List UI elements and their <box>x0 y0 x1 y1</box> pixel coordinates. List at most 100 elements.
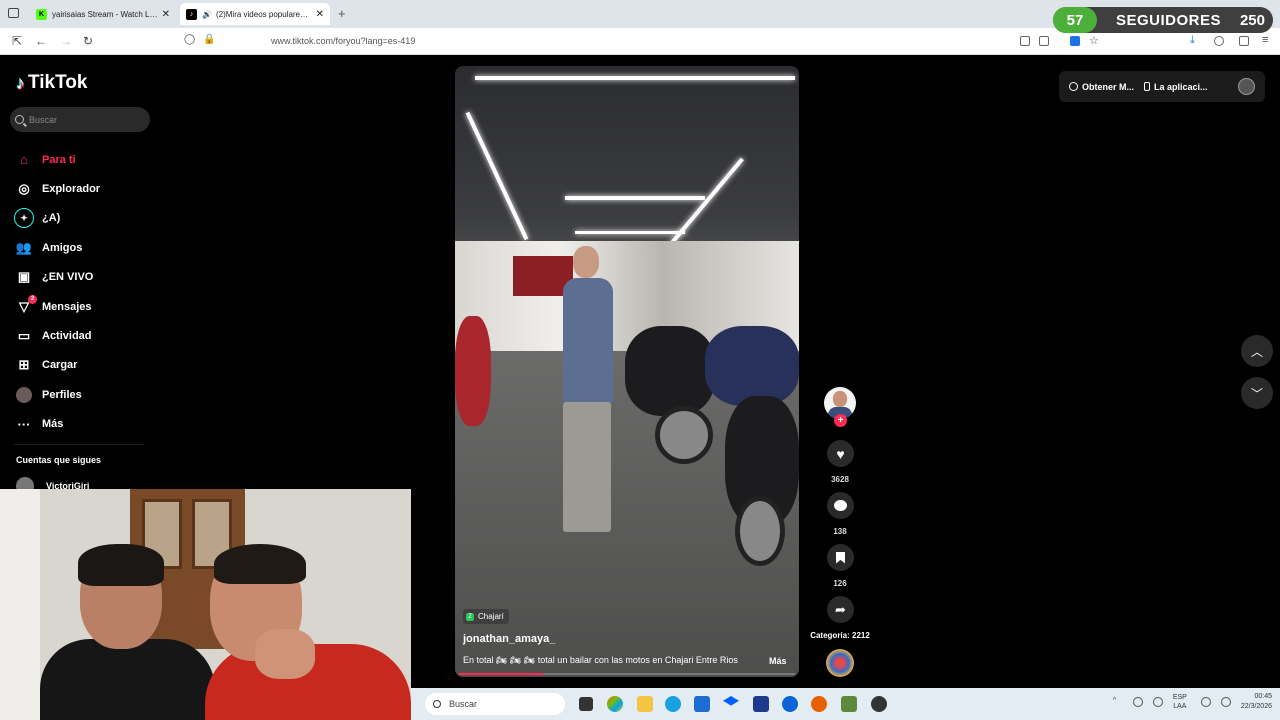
translate-icon[interactable] <box>1070 36 1080 46</box>
tiktok-logo[interactable]: ♪ TikTok <box>16 72 87 94</box>
new-tab-icon[interactable]: + <box>338 6 346 21</box>
get-app-label: La aplicaci... <box>1154 81 1208 92</box>
like-button[interactable]: ♥ <box>827 440 854 467</box>
compass-icon: ◎ <box>18 181 30 197</box>
followers-goal: 250 <box>1239 11 1265 29</box>
music-disc-icon[interactable] <box>826 649 854 677</box>
motorcycle <box>625 326 715 416</box>
minecraft-icon[interactable] <box>841 696 857 712</box>
search-input[interactable]: Buscar <box>10 107 150 132</box>
messages-icon: ▽ 2 <box>14 294 37 317</box>
copilot-icon[interactable] <box>607 696 623 712</box>
share-icon[interactable]: ⇱ <box>12 34 22 48</box>
ceiling-light <box>465 111 529 241</box>
caption-more-button[interactable]: Más <box>769 656 787 666</box>
previous-video-button[interactable]: ︿ <box>1241 335 1273 367</box>
speaker-icon[interactable]: 🔊 <box>202 10 212 19</box>
onedrive-icon[interactable] <box>1132 697 1143 707</box>
dropbox-icon[interactable] <box>723 696 739 706</box>
sidebar-item-actividad[interactable]: ▭ Actividad <box>14 321 100 350</box>
get-app-button[interactable]: La aplicaci... <box>1144 82 1208 92</box>
bold-app-icon[interactable] <box>753 696 769 712</box>
download-icon[interactable]: ⤓ <box>1190 34 1195 47</box>
save-button[interactable] <box>827 544 854 571</box>
sidebar-nav: ⌂ Para ti ◎ Explorador ✦ ¿A) 👥 Amigos ▣ … <box>14 145 100 439</box>
microphone-icon[interactable] <box>1152 697 1163 707</box>
follow-plus-button[interactable]: + <box>834 414 847 427</box>
search-icon <box>15 115 24 124</box>
video-progress-bar[interactable] <box>459 673 795 675</box>
back-icon[interactable]: ← <box>35 34 47 48</box>
volume-icon[interactable] <box>1220 697 1231 707</box>
close-tab-icon[interactable]: ✕ <box>316 9 324 20</box>
store-icon[interactable] <box>694 696 710 712</box>
file-explorer-icon[interactable] <box>637 696 653 712</box>
language-indicator[interactable]: ESP LAA <box>1173 693 1187 711</box>
kick-favicon-icon: K <box>36 8 47 20</box>
sidebar-item-perfiles[interactable]: Perfiles <box>14 380 100 409</box>
video-player[interactable]: Z Chajarí jonathan_amaya_ En total 🏍 🏍 🏍… <box>455 66 799 677</box>
comment-count: 138 <box>833 527 847 536</box>
logo-text: TikTok <box>28 72 88 93</box>
sidebar-item-amigos[interactable]: 👥 Amigos <box>14 233 100 262</box>
close-tab-icon[interactable]: ✕ <box>162 9 170 20</box>
sidebar-item-mas[interactable]: ··· Más <box>14 410 100 439</box>
profile-avatar[interactable] <box>1238 78 1255 95</box>
forward-icon[interactable]: → <box>60 34 72 48</box>
sidebar-item-explorador[interactable]: ◎ Explorador <box>14 174 100 203</box>
tab-kick-stream[interactable]: K yairisaias Stream - Watch Live o ✕ <box>30 3 176 25</box>
more-icon: ··· <box>17 416 31 432</box>
url-field[interactable]: www.tiktok.com/foryou?lang=es-419 <box>271 36 415 46</box>
heart-icon: ♥ <box>836 445 845 462</box>
lock-icon: 🔒 <box>203 34 216 45</box>
pip-icon[interactable] <box>1039 36 1049 46</box>
followers-label: SEGUIDORES <box>1115 11 1221 29</box>
task-view-icon[interactable] <box>579 697 593 711</box>
sidebar-item-cargar[interactable]: ⊞ Cargar <box>14 351 100 380</box>
comment-button[interactable] <box>827 492 854 519</box>
coin-icon <box>1069 82 1078 91</box>
person-shirt <box>563 278 613 404</box>
video-author[interactable]: jonathan_amaya_ <box>463 633 555 645</box>
extensions-icon[interactable] <box>1239 36 1249 46</box>
firefox-icon[interactable] <box>811 696 827 712</box>
next-video-button[interactable]: ﹀ <box>1241 377 1273 409</box>
sidebar-item-en-vivo[interactable]: ▣ ¿EN VIVO <box>14 263 100 292</box>
outlook-icon[interactable] <box>782 696 798 712</box>
reload-icon[interactable]: ↻ <box>83 34 93 48</box>
shield-icon[interactable]: ◯ <box>184 34 195 45</box>
star-icon[interactable]: ☆ <box>1089 34 1099 47</box>
taskbar-search-placeholder: Buscar <box>449 699 478 709</box>
sidebar-item-label: Cargar <box>42 359 78 372</box>
menu-icon[interactable]: ≡ <box>1262 34 1268 46</box>
sidebar-item-label: ¿A) <box>42 212 61 225</box>
location-tag[interactable]: Z Chajarí <box>463 609 509 624</box>
taskbar-search[interactable]: Buscar <box>425 693 565 715</box>
save-count: 126 <box>833 579 847 588</box>
sidebar-item-mensajes[interactable]: ▽ 2 Mensajes <box>14 292 100 321</box>
tab-tiktok[interactable]: ♪ 🔊 (2)Mira videos populares sc ✕ <box>180 3 330 25</box>
get-coins-button[interactable]: Obtener M... <box>1069 82 1134 92</box>
friends-icon: 👥 <box>15 239 33 255</box>
tab-actions-icon[interactable] <box>8 8 19 18</box>
clock[interactable]: 00:45 22/3/2026 <box>1241 692 1272 712</box>
sidebar-item-label: Explorador <box>42 183 101 196</box>
account-icon[interactable] <box>1214 36 1224 46</box>
like-count: 3628 <box>831 475 849 484</box>
app-icon[interactable] <box>871 696 887 712</box>
share-button[interactable]: ➦ <box>827 596 854 623</box>
person-right-hair <box>214 544 306 584</box>
wifi-icon[interactable] <box>1200 697 1211 707</box>
profile-icon <box>14 385 34 405</box>
keyboard-layout: LAA <box>1173 703 1187 710</box>
get-coins-label: Obtener M... <box>1082 81 1135 92</box>
sidebar-item-para-ti[interactable]: ⌂ Para ti <box>14 145 100 174</box>
edge-icon[interactable] <box>665 696 681 712</box>
category-label: Categoría: 2212 <box>810 631 870 640</box>
sidebar-item-ai[interactable]: ✦ ¿A) <box>14 204 100 233</box>
sidebar-item-label: Mensajes <box>42 300 92 313</box>
sidebar-divider <box>14 444 144 445</box>
reader-icon[interactable] <box>1020 36 1030 46</box>
chevron-up-icon[interactable]: ^ <box>1113 697 1123 707</box>
home-icon: ⌂ <box>20 152 28 168</box>
